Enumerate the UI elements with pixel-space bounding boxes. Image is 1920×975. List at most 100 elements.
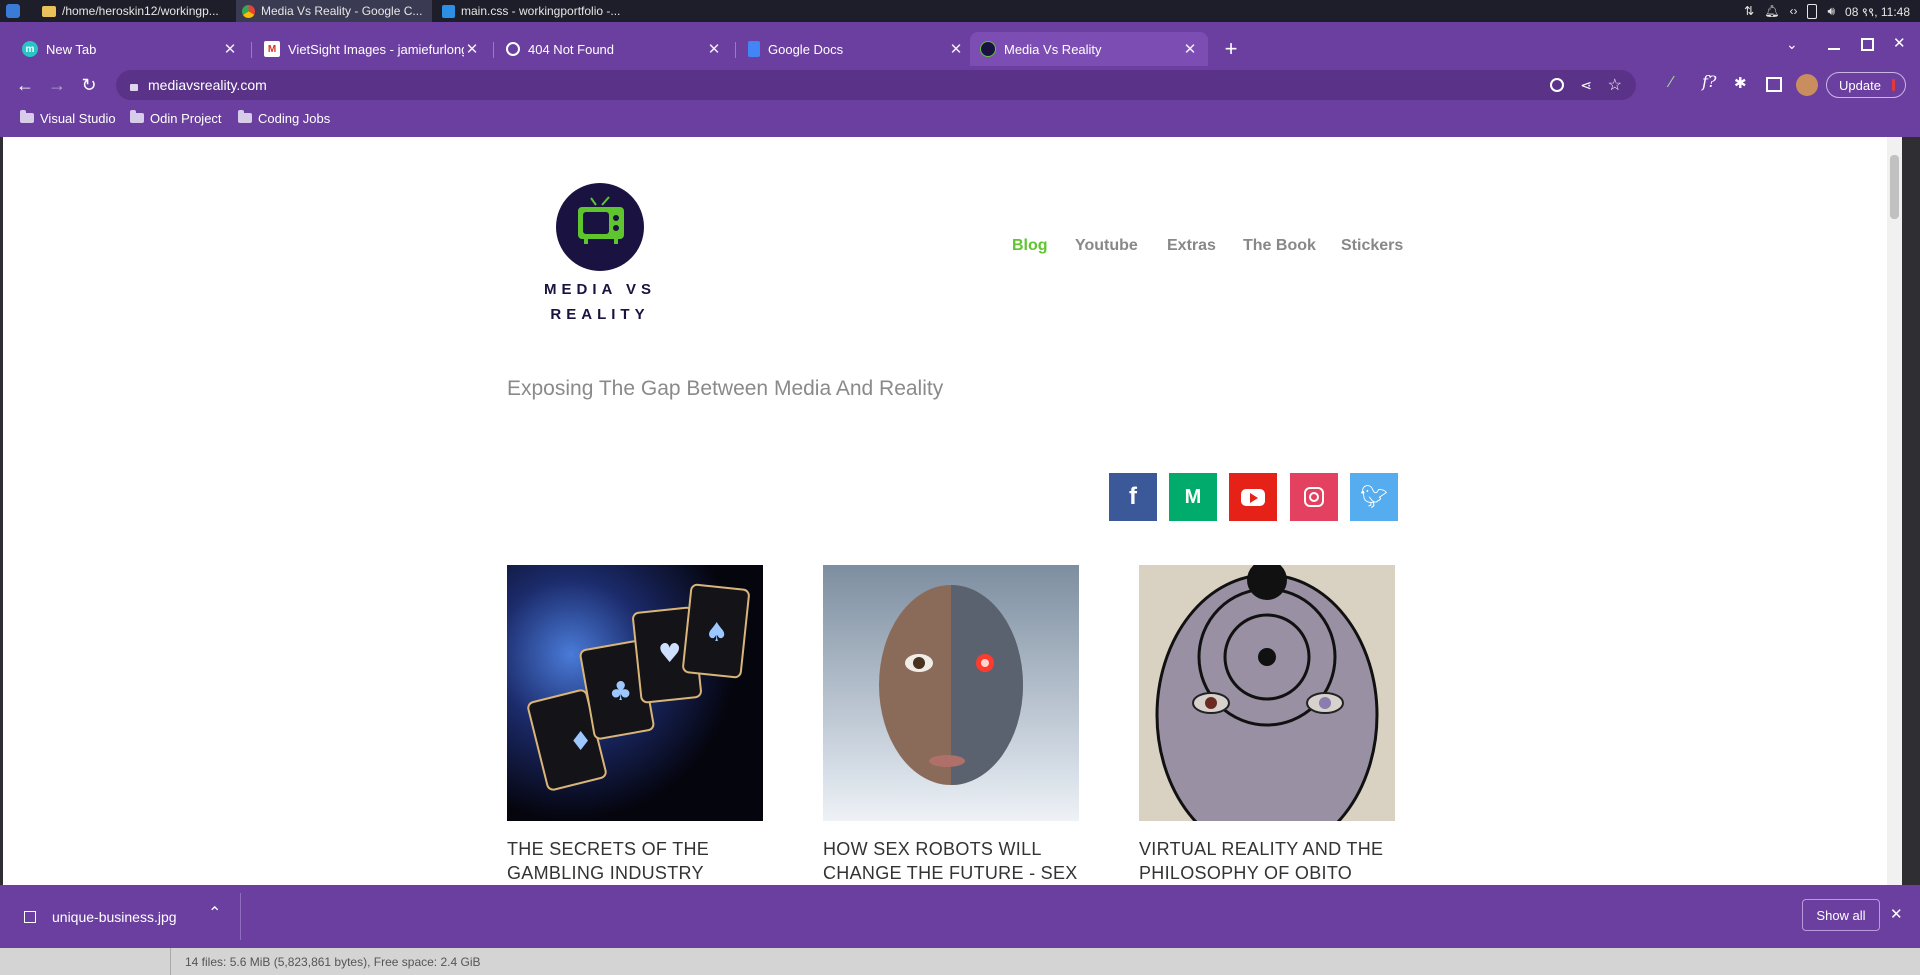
- tab-divider: [493, 42, 494, 58]
- bookmark-visual-studio[interactable]: Visual Studio: [20, 106, 116, 130]
- download-filename: unique-business.jpg: [52, 909, 177, 925]
- os-taskbar: /home/heroskin12/workingp... Media Vs Re…: [0, 0, 1920, 22]
- volume-icon[interactable]: 🔊︎: [1827, 4, 1835, 19]
- post-title-gambling[interactable]: THE SECRETS OF THE GAMBLING INDUSTRY: [507, 837, 763, 885]
- system-tray: ⇅ 🔔︎ ‹› 🔊︎ 08 ९९, 11:48: [1744, 0, 1910, 22]
- side-panel-icon[interactable]: [1766, 77, 1782, 92]
- bookmark-coding-jobs[interactable]: Coding Jobs: [238, 106, 330, 130]
- share-icon[interactable]: ⋖: [1580, 77, 1592, 94]
- post-image-sex-robots[interactable]: [823, 565, 1079, 821]
- new-tab-plus-icon[interactable]: +: [1218, 36, 1244, 62]
- close-download-shelf-icon[interactable]: ✕: [1890, 905, 1903, 923]
- profile-avatar[interactable]: [1796, 74, 1818, 96]
- tab-media-vs-reality[interactable]: Media Vs Reality ✕: [970, 32, 1208, 66]
- post-title-line: CHANGE THE FUTURE - SEX: [823, 863, 1078, 883]
- post-title-sex-robots[interactable]: HOW SEX ROBOTS WILL CHANGE THE FUTURE - …: [823, 837, 1079, 885]
- url-text[interactable]: mediavsreality.com: [148, 77, 267, 93]
- gmail-icon: M: [264, 41, 280, 57]
- tab-title: Google Docs: [768, 41, 844, 57]
- download-divider: [240, 893, 241, 940]
- nav-the-book[interactable]: The Book: [1243, 237, 1316, 255]
- post-title-line: PHILOSOPHY OF OBITO: [1139, 863, 1353, 883]
- maximize-icon[interactable]: [1861, 38, 1874, 51]
- tab-title: Media Vs Reality: [1004, 41, 1102, 57]
- logo-line-2: REALITY: [550, 306, 650, 323]
- bookmark-star-icon[interactable]: ☆: [1608, 75, 1622, 95]
- clock[interactable]: 08 ९९, 11:48: [1845, 3, 1910, 20]
- scrollbar-thumb[interactable]: [1890, 155, 1899, 219]
- chevron-up-icon[interactable]: ⌃: [208, 903, 221, 923]
- youtube-button[interactable]: [1229, 473, 1277, 521]
- taskbar-app-chrome[interactable]: Media Vs Reality - Google C...: [236, 0, 432, 22]
- svg-text:♠: ♠: [705, 618, 728, 648]
- download-shelf: unique-business.jpg ⌃ Show all ✕: [0, 885, 1920, 948]
- close-tab-icon[interactable]: ✕: [1182, 40, 1198, 58]
- instagram-icon: [1304, 487, 1324, 507]
- close-window-icon[interactable]: ✕: [1893, 34, 1906, 52]
- site-logo[interactable]: [556, 183, 644, 271]
- extension-color-picker-icon[interactable]: ∕: [1670, 74, 1673, 92]
- file-manager-status: 14 files: 5.6 MiB (5,823,861 bytes), Fre…: [185, 955, 481, 969]
- kde-connect-icon[interactable]: ‹›: [1789, 4, 1797, 18]
- svg-text:♥: ♥: [658, 639, 681, 669]
- google-lens-icon[interactable]: [1550, 78, 1564, 92]
- address-bar[interactable]: mediavsreality.com ⋖ ☆: [116, 70, 1636, 100]
- taskbar-app-vscode[interactable]: main.css - workingportfolio -...: [436, 0, 632, 22]
- close-tab-icon[interactable]: ✕: [706, 40, 722, 58]
- post-image-obito[interactable]: [1139, 565, 1395, 821]
- facebook-button[interactable]: f: [1109, 473, 1157, 521]
- notification-bell-icon[interactable]: 🔔︎: [1764, 4, 1779, 18]
- vscode-icon: [442, 4, 455, 18]
- nav-youtube[interactable]: Youtube: [1075, 237, 1138, 255]
- tv-icon: [578, 196, 624, 244]
- reload-icon[interactable]: ↻: [76, 72, 102, 98]
- tab-title: VietSight Images - jamiefurlong: [288, 41, 464, 57]
- svg-text:♣: ♣: [609, 677, 632, 707]
- tab-vietsight-gmail[interactable]: M VietSight Images - jamiefurlong ✕: [254, 32, 490, 66]
- extensions-puzzle-icon[interactable]: ✱: [1734, 74, 1747, 92]
- post-title-obito[interactable]: VIRTUAL REALITY AND THE PHILOSOPHY OF OB…: [1139, 837, 1395, 885]
- image-file-icon: [24, 911, 36, 923]
- twitter-button[interactable]: 🐦︎: [1350, 473, 1398, 521]
- taskbar-app-label: main.css - workingportfolio -...: [461, 4, 621, 18]
- chrome-icon: [242, 4, 255, 18]
- site-tagline: Exposing The Gap Between Media And Reali…: [507, 377, 944, 400]
- medium-icon: M: [1184, 485, 1202, 508]
- nav-blog[interactable]: Blog: [1012, 237, 1048, 255]
- tab-google-docs[interactable]: Google Docs ✕: [738, 32, 974, 66]
- taskbar-app-files[interactable]: /home/heroskin12/workingp...: [36, 0, 232, 22]
- update-dots-icon: [1892, 79, 1895, 91]
- battery-icon[interactable]: [1807, 3, 1818, 19]
- statusbar-divider: [170, 948, 171, 975]
- tab-search-chevron-icon[interactable]: ⌄: [1786, 36, 1798, 53]
- medium-button[interactable]: M: [1169, 473, 1217, 521]
- post-title-line: THE SECRETS OF THE: [507, 839, 710, 859]
- post-title-line: VIRTUAL REALITY AND THE: [1139, 839, 1384, 859]
- close-tab-icon[interactable]: ✕: [948, 40, 964, 58]
- site-logo-text: MEDIA VS REALITY: [536, 277, 664, 327]
- lock-icon: [130, 83, 138, 91]
- bookmark-odin-project[interactable]: Odin Project: [130, 106, 222, 130]
- close-tab-icon[interactable]: ✕: [464, 40, 480, 58]
- show-all-button[interactable]: Show all: [1802, 899, 1880, 931]
- forward-arrow-icon[interactable]: →: [44, 72, 70, 98]
- close-tab-icon[interactable]: ✕: [222, 40, 238, 58]
- extension-formula-icon[interactable]: f?: [1702, 72, 1717, 91]
- show-all-label: Show all: [1816, 907, 1866, 923]
- minimize-icon[interactable]: [1828, 48, 1840, 50]
- instagram-button[interactable]: [1290, 473, 1338, 521]
- tab-404[interactable]: 404 Not Found ✕: [496, 32, 732, 66]
- tv-favicon-icon: [980, 41, 996, 57]
- tab-new-tab[interactable]: m New Tab ✕: [12, 32, 248, 66]
- page-scrollbar[interactable]: [1887, 137, 1902, 885]
- post-image-gambling[interactable]: ♦ ♣ ♥ ♠: [507, 565, 763, 821]
- tab-divider: [735, 42, 736, 58]
- update-button[interactable]: Update: [1826, 72, 1906, 98]
- network-icon[interactable]: ⇅: [1744, 4, 1754, 18]
- app-menu-icon[interactable]: [6, 4, 20, 18]
- nav-stickers[interactable]: Stickers: [1341, 237, 1403, 255]
- download-item[interactable]: unique-business.jpg: [24, 905, 177, 929]
- tab-title: New Tab: [46, 41, 97, 57]
- back-arrow-icon[interactable]: ←: [12, 72, 38, 98]
- nav-extras[interactable]: Extras: [1167, 237, 1216, 255]
